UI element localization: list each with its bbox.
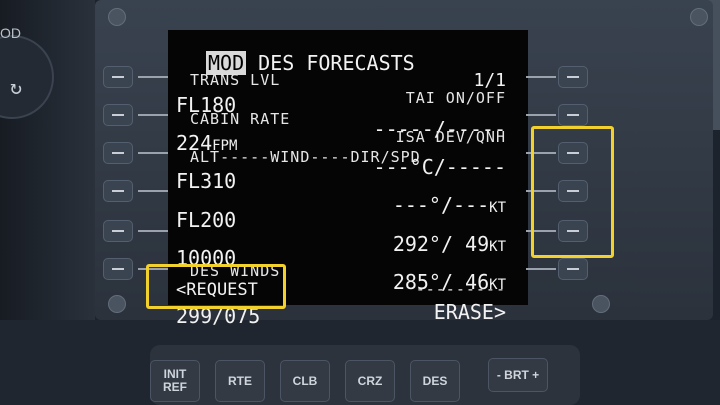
des-key[interactable]: DES <box>410 360 460 402</box>
lsk-tick <box>138 152 168 154</box>
brightness-key[interactable]: - BRT + <box>488 358 548 392</box>
knob-label: OD <box>0 25 21 41</box>
row3-values: FL310 ---°/---KT <box>168 145 528 217</box>
screw-icon <box>108 8 126 26</box>
clb-key[interactable]: CLB <box>280 360 330 402</box>
erase-prompt[interactable]: ERASE> <box>434 300 506 324</box>
title-line: MOD DES FORECASTS 1/1 <box>168 32 528 91</box>
lsk-5l-button[interactable] <box>103 220 133 242</box>
init-ref-key[interactable]: INIT REF <box>150 360 200 402</box>
lsk-tick <box>138 230 168 232</box>
lsk-tick <box>138 114 168 116</box>
scratchpad-highlight <box>146 264 286 309</box>
row1-values: FL180 -----/----- <box>168 69 528 141</box>
lsk-tick <box>526 76 556 78</box>
lsk-1l-button[interactable] <box>103 66 133 88</box>
lsk-6l-button[interactable] <box>103 258 133 280</box>
row2-values: 224FPM ---°C/----- <box>168 107 528 179</box>
lsk-3l-button[interactable] <box>103 142 133 164</box>
lsk-tick <box>526 268 556 270</box>
rotate-arrow-icon: ↻ <box>10 75 23 99</box>
screw-icon <box>690 8 708 26</box>
lsk-tick <box>526 114 556 116</box>
lsk-2l-button[interactable] <box>103 104 133 126</box>
screw-icon <box>108 295 126 313</box>
rte-key[interactable]: RTE <box>215 360 265 402</box>
crz-key[interactable]: CRZ <box>345 360 395 402</box>
row5-values: 10000 285°/ 46KT <box>168 222 528 294</box>
lsk-tick <box>138 190 168 192</box>
lsk-6r-button[interactable] <box>558 258 588 280</box>
lsk-1r-button[interactable] <box>558 66 588 88</box>
screw-icon <box>592 295 610 313</box>
row4-values: FL200 292°/ 49KT <box>168 184 528 256</box>
lsk-4l-button[interactable] <box>103 180 133 202</box>
lsk-tick <box>138 76 168 78</box>
lsk-2r-button[interactable] <box>558 104 588 126</box>
wind-lsk-highlight <box>531 126 614 258</box>
selector-knob[interactable] <box>0 35 54 119</box>
